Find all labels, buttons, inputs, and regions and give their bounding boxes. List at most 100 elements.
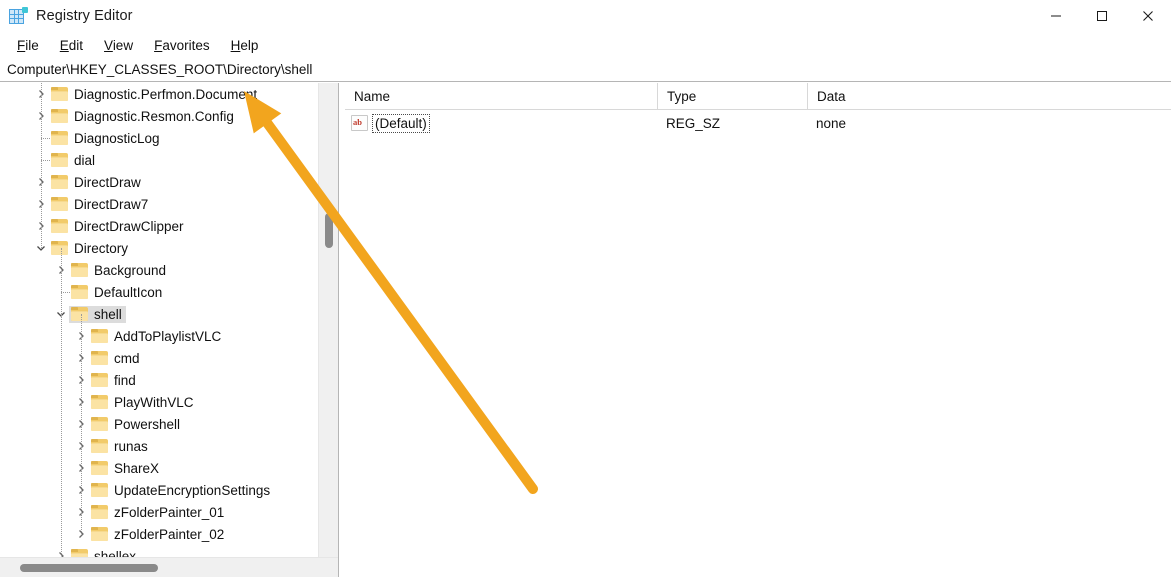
tree-guide-line (41, 83, 42, 248)
folder-icon (71, 307, 88, 321)
folder-icon (51, 153, 68, 167)
menu-item-favorites[interactable]: Favorites (144, 35, 221, 56)
tree-horizontal-scrollbar[interactable] (0, 557, 338, 577)
registry-editor-icon (9, 7, 27, 25)
tree-guide-stub (61, 292, 70, 293)
tree-item-diagnostic-perfmon-document[interactable]: Diagnostic.Perfmon.Document (0, 83, 318, 105)
minimize-button[interactable] (1033, 0, 1079, 32)
tree-item-content[interactable]: Diagnostic.Perfmon.Document (49, 86, 261, 103)
tree-item-content[interactable]: dial (49, 152, 99, 169)
tree-item-addtoplaylistvlc[interactable]: AddToPlaylistVLC (0, 325, 318, 347)
tree-item-background[interactable]: Background (0, 259, 318, 281)
value-name-cell[interactable]: ab(Default) (345, 110, 657, 136)
value-row[interactable]: ab(Default)REG_SZnone (345, 110, 1171, 136)
tree-item-label: PlayWithVLC (114, 395, 194, 410)
folder-icon (91, 439, 108, 453)
tree-guide-line (81, 314, 82, 534)
menu-item-view[interactable]: View (94, 35, 144, 56)
tree-item-content[interactable]: UpdateEncryptionSettings (89, 482, 274, 499)
values-list: ab(Default)REG_SZnone (345, 110, 1171, 136)
registry-tree[interactable]: Diagnostic.Perfmon.Document Diagnostic.Re… (0, 83, 318, 557)
address-bar[interactable]: Computer\HKEY_CLASSES_ROOT\Directory\she… (0, 58, 1171, 82)
tree-item-label: DiagnosticLog (74, 131, 160, 146)
tree-item-powershell[interactable]: Powershell (0, 413, 318, 435)
folder-icon (91, 461, 108, 475)
tree-item-content[interactable]: shell (69, 306, 126, 323)
tree-item-content[interactable]: DirectDrawClipper (49, 218, 188, 235)
tree-vertical-scrollbar[interactable] (318, 83, 338, 557)
tree-item-directdraw[interactable]: DirectDraw (0, 171, 318, 193)
tree-item-content[interactable]: cmd (89, 350, 144, 367)
menu-item-file[interactable]: File (7, 35, 50, 56)
reg-sz-string-icon: ab (351, 115, 368, 131)
registry-values-pane: Name Type Data ab(Default)REG_SZnone (345, 83, 1171, 577)
tree-item-label: Background (94, 263, 166, 278)
tree-item-defaulticon[interactable]: DefaultIcon (0, 281, 318, 303)
folder-icon (71, 285, 88, 299)
tree-item-runas[interactable]: runas (0, 435, 318, 457)
tree-guide-line (61, 248, 62, 556)
tree-item-label: zFolderPainter_02 (114, 527, 224, 542)
tree-item-content[interactable]: AddToPlaylistVLC (89, 328, 225, 345)
values-column-headers: Name Type Data (345, 83, 1171, 110)
close-button[interactable] (1125, 0, 1171, 32)
tree-item-label: AddToPlaylistVLC (114, 329, 221, 344)
tree-item-zfolderpainter-02[interactable]: zFolderPainter_02 (0, 523, 318, 545)
tree-item-directory[interactable]: Directory (0, 237, 318, 259)
tree-item-playwithvlc[interactable]: PlayWithVLC (0, 391, 318, 413)
folder-icon (51, 175, 68, 189)
folder-icon (91, 483, 108, 497)
column-header-name[interactable]: Name (345, 83, 657, 110)
column-header-type[interactable]: Type (657, 83, 807, 110)
folder-icon (51, 241, 68, 255)
tree-item-content[interactable]: Background (69, 262, 170, 279)
tree-item-content[interactable]: DirectDraw7 (49, 196, 152, 213)
tree-item-content[interactable]: DirectDraw (49, 174, 145, 191)
tree-item-content[interactable]: ShareX (89, 460, 163, 477)
tree-item-label: zFolderPainter_01 (114, 505, 224, 520)
tree-item-label: runas (114, 439, 148, 454)
folder-icon (71, 549, 88, 557)
tree-item-sharex[interactable]: ShareX (0, 457, 318, 479)
tree-item-zfolderpainter-01[interactable]: zFolderPainter_01 (0, 501, 318, 523)
tree-item-label: dial (74, 153, 95, 168)
tree-item-content[interactable]: find (89, 372, 140, 389)
maximize-button[interactable] (1079, 0, 1125, 32)
folder-icon (91, 373, 108, 387)
folder-icon (91, 505, 108, 519)
folder-icon (51, 131, 68, 145)
tree-item-content[interactable]: DefaultIcon (69, 284, 166, 301)
tree-item-label: Diagnostic.Resmon.Config (74, 109, 234, 124)
tree-item-content[interactable]: Diagnostic.Resmon.Config (49, 108, 238, 125)
tree-item-content[interactable]: zFolderPainter_02 (89, 526, 228, 543)
value-name-label: (Default) (372, 114, 430, 133)
tree-item-cmd[interactable]: cmd (0, 347, 318, 369)
folder-icon (51, 109, 68, 123)
tree-vertical-scrollbar-thumb[interactable] (325, 213, 333, 248)
title-bar: Registry Editor (0, 0, 1171, 32)
tree-item-content[interactable]: Powershell (89, 416, 184, 433)
tree-item-directdrawclipper[interactable]: DirectDrawClipper (0, 215, 318, 237)
tree-item-content[interactable]: runas (89, 438, 152, 455)
tree-item-label: find (114, 373, 136, 388)
tree-item-shell[interactable]: shell (0, 303, 318, 325)
tree-item-find[interactable]: find (0, 369, 318, 391)
tree-item-content[interactable]: PlayWithVLC (89, 394, 198, 411)
tree-guide-stub (41, 138, 50, 139)
folder-icon (91, 351, 108, 365)
menu-item-edit[interactable]: Edit (50, 35, 94, 56)
tree-item-label: cmd (114, 351, 140, 366)
tree-horizontal-scrollbar-thumb[interactable] (20, 564, 158, 572)
tree-item-content[interactable]: shellex (69, 548, 140, 558)
registry-path-text: Computer\HKEY_CLASSES_ROOT\Directory\she… (7, 62, 312, 77)
tree-item-diagnostic-resmon-config[interactable]: Diagnostic.Resmon.Config (0, 105, 318, 127)
tree-item-label: Directory (74, 241, 128, 256)
menu-item-help[interactable]: Help (221, 35, 270, 56)
tree-item-shellex[interactable]: shellex (0, 545, 318, 557)
column-header-data[interactable]: Data (807, 83, 1171, 110)
tree-item-content[interactable]: zFolderPainter_01 (89, 504, 228, 521)
tree-item-updateencryptionsettings[interactable]: UpdateEncryptionSettings (0, 479, 318, 501)
value-data-cell: none (807, 110, 1171, 136)
tree-item-content[interactable]: DiagnosticLog (49, 130, 164, 147)
tree-item-directdraw7[interactable]: DirectDraw7 (0, 193, 318, 215)
